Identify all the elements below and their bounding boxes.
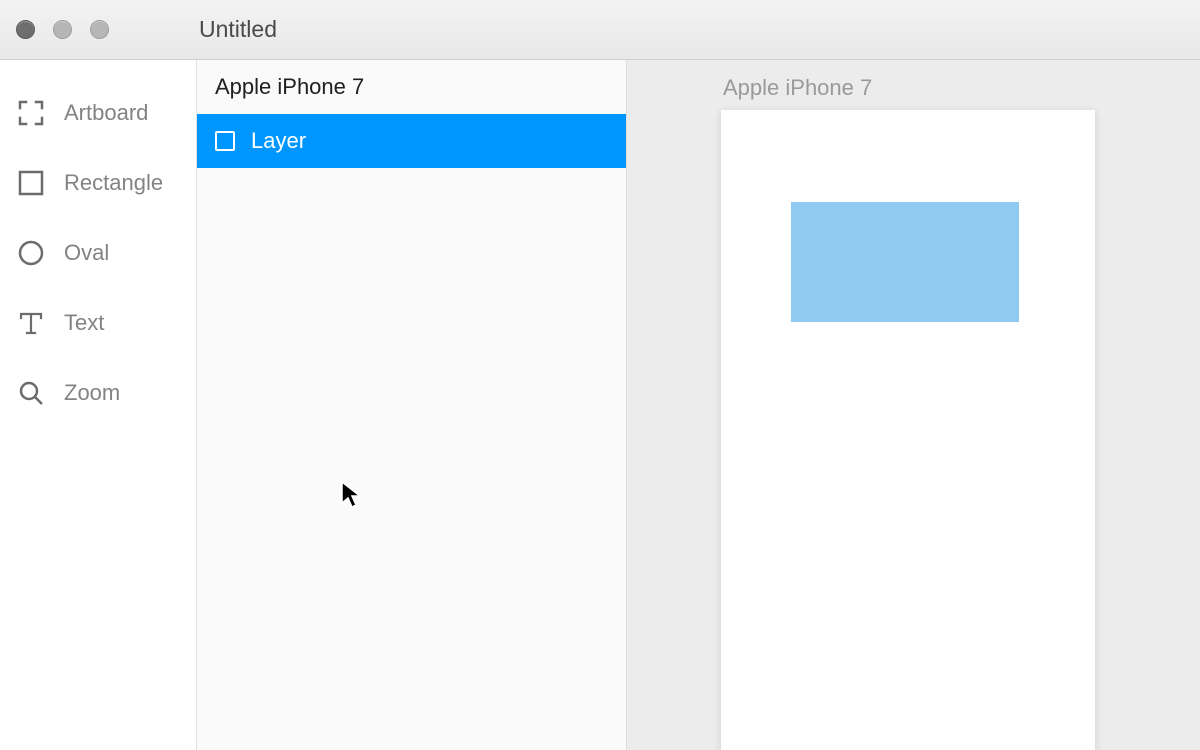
toolbar: Artboard Rectangle Oval bbox=[0, 60, 197, 750]
tool-label: Text bbox=[64, 310, 104, 336]
titlebar: Untitled bbox=[0, 0, 1200, 60]
layer-shape-icon bbox=[215, 131, 235, 151]
canvas[interactable]: Apple iPhone 7 bbox=[627, 60, 1200, 750]
rectangle-icon bbox=[18, 170, 44, 196]
tool-label: Rectangle bbox=[64, 170, 163, 196]
close-window-icon[interactable] bbox=[16, 20, 35, 39]
tool-rectangle[interactable]: Rectangle bbox=[0, 148, 196, 218]
artboard-icon bbox=[18, 100, 44, 126]
window-controls bbox=[16, 20, 109, 39]
cursor-icon bbox=[341, 481, 363, 516]
zoom-window-icon[interactable] bbox=[90, 20, 109, 39]
tool-label: Zoom bbox=[64, 380, 120, 406]
shape-layer[interactable] bbox=[791, 202, 1019, 322]
oval-icon bbox=[18, 240, 44, 266]
tool-label: Artboard bbox=[64, 100, 148, 126]
layers-artboard-name[interactable]: Apple iPhone 7 bbox=[197, 60, 626, 114]
window-title: Untitled bbox=[109, 16, 1184, 43]
tool-label: Oval bbox=[64, 240, 109, 266]
layers-panel: Apple iPhone 7 Layer bbox=[197, 60, 627, 750]
zoom-icon bbox=[18, 380, 44, 406]
tool-text[interactable]: Text bbox=[0, 288, 196, 358]
text-icon bbox=[18, 310, 44, 336]
tool-oval[interactable]: Oval bbox=[0, 218, 196, 288]
canvas-artboard-label[interactable]: Apple iPhone 7 bbox=[723, 75, 872, 101]
tool-artboard[interactable]: Artboard bbox=[0, 78, 196, 148]
minimize-window-icon[interactable] bbox=[53, 20, 72, 39]
layer-name: Layer bbox=[251, 128, 306, 154]
artboard[interactable] bbox=[721, 110, 1095, 750]
workspace: Artboard Rectangle Oval bbox=[0, 60, 1200, 750]
layer-row[interactable]: Layer bbox=[197, 114, 626, 168]
tool-zoom[interactable]: Zoom bbox=[0, 358, 196, 428]
